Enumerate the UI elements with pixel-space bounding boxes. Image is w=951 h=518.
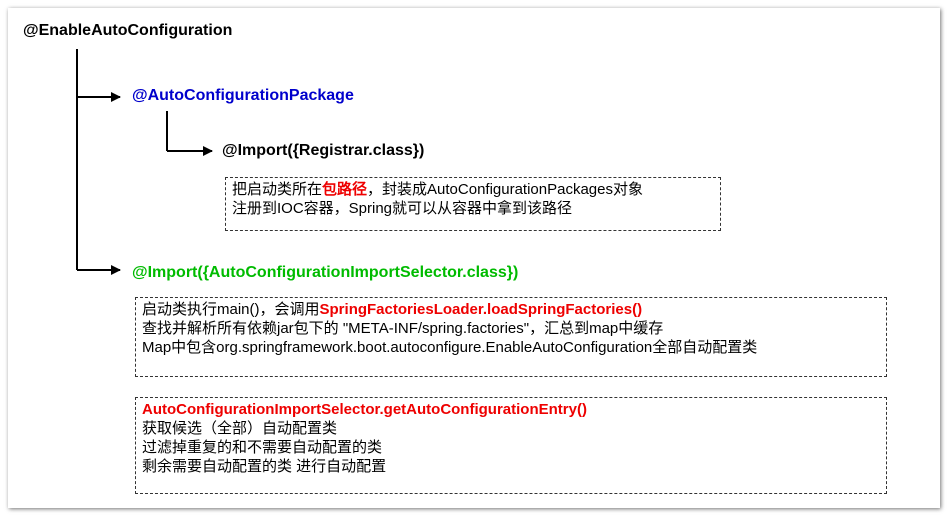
registrar-note-line-1: 把启动类所在包路径，封装成AutoConfigurationPackages对象: [232, 180, 714, 199]
import-registrar-node: @Import({Registrar.class}): [222, 142, 425, 159]
auto-config-entry-note-line-4: 剩余需要自动配置的类 进行自动配置: [142, 458, 387, 475]
registrar-note-line-2: 注册到IOC容器，Spring就可以从容器中拿到该路径: [232, 200, 573, 217]
auto-config-entry-note-line-3: 过滤掉重复的和不需要自动配置的类: [142, 439, 383, 456]
load-factories-note-line-2: 查找并解析所有依赖jar包下的 "META-INF/spring.factori…: [142, 320, 664, 337]
root-node: @EnableAutoConfiguration: [23, 22, 233, 39]
load-spring-factories-highlight: SpringFactoriesLoader.loadSpringFactorie…: [319, 301, 643, 318]
load-factories-note: 启动类执行main()，会调用SpringFactoriesLoader.loa…: [135, 297, 887, 377]
get-auto-config-entry-highlight: AutoConfigurationImportSelector.getAutoC…: [142, 401, 587, 418]
auto-config-entry-note-line-2: 获取候选（全部）自动配置类: [142, 420, 338, 437]
registrar-note-text: 把启动类所在: [232, 181, 323, 198]
registrar-note: 把启动类所在包路径，封装成AutoConfigurationPackages对象…: [225, 177, 721, 231]
auto-configuration-package-node: @AutoConfigurationPackage: [132, 87, 354, 104]
auto-config-entry-note: AutoConfigurationImportSelector.getAutoC…: [135, 397, 887, 494]
load-factories-note-text: 启动类执行main()，会调用: [142, 301, 320, 318]
load-factories-note-line-1: 启动类执行main()，会调用SpringFactoriesLoader.loa…: [142, 300, 880, 319]
registrar-note-text-tail: ，封装成AutoConfigurationPackages对象: [367, 181, 643, 198]
load-factories-note-line-3: Map中包含org.springframework.boot.autoconfi…: [142, 339, 758, 356]
import-selector-node: @Import({AutoConfigurationImportSelector…: [132, 264, 519, 281]
package-path-highlight: 包路径: [322, 181, 368, 198]
